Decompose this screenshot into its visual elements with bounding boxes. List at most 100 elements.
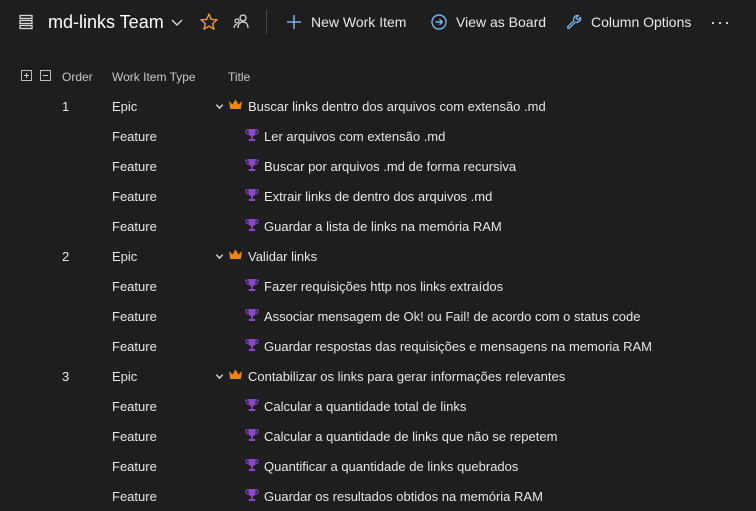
table-row[interactable]: Feature Calcular a quantidade de links q…: [0, 421, 756, 451]
trophy-icon: [245, 128, 259, 145]
crown-icon: [228, 98, 243, 114]
chevron-down-icon[interactable]: [214, 102, 224, 111]
work-item-title-link[interactable]: Fazer requisições http nos links extraíd…: [264, 279, 503, 294]
row-title-cell: Calcular a quantidade total de links: [245, 391, 466, 421]
table-row[interactable]: Feature Ler arquivos com extensão .md: [0, 121, 756, 151]
trophy-icon: [245, 428, 259, 445]
team-members-icon[interactable]: [232, 0, 250, 44]
view-as-board-button[interactable]: View as Board: [430, 0, 546, 44]
table-row[interactable]: Feature Buscar por arquivos .md de forma…: [0, 151, 756, 181]
row-work-item-type: Feature: [112, 128, 157, 144]
column-header-order[interactable]: Order: [62, 66, 93, 88]
row-work-item-type: Feature: [112, 218, 157, 234]
row-title-cell: Guardar os resultados obtidos na memória…: [245, 481, 543, 511]
arrow-circle-icon: [431, 14, 447, 30]
row-title-cell: Guardar a lista de links na memória RAM: [245, 211, 502, 241]
chevron-down-icon[interactable]: [214, 372, 224, 381]
work-item-title-link[interactable]: Buscar por arquivos .md de forma recursi…: [264, 159, 516, 174]
row-title-cell: Fazer requisições http nos links extraíd…: [245, 271, 503, 301]
row-title-cell: Guardar respostas das requisições e mens…: [245, 331, 652, 361]
work-item-title-link[interactable]: Quantificar a quantidade de links quebra…: [264, 459, 518, 474]
chevron-down-icon[interactable]: [170, 0, 184, 44]
row-title-cell: Buscar por arquivos .md de forma recursi…: [245, 151, 516, 181]
work-item-title-link[interactable]: Associar mensagem de Ok! ou Fail! de aco…: [264, 309, 640, 324]
toolbar-divider: [266, 10, 267, 34]
new-work-item-label: New Work Item: [311, 14, 407, 30]
toolbar: md-links Team New Work Item View as Boar…: [0, 0, 756, 44]
column-options-label: Column Options: [591, 14, 692, 30]
trophy-icon: [245, 308, 259, 325]
row-work-item-type: Feature: [112, 188, 157, 204]
crown-icon: [228, 248, 243, 264]
expand-all-button[interactable]: [21, 70, 32, 81]
work-item-title-link[interactable]: Guardar os resultados obtidos na memória…: [264, 489, 543, 504]
row-work-item-type: Feature: [112, 278, 157, 294]
row-title-cell: Buscar links dentro dos arquivos com ext…: [214, 91, 546, 121]
row-order: 3: [62, 368, 70, 384]
table-row[interactable]: 2 Epic Validar links: [0, 241, 756, 271]
new-work-item-button[interactable]: New Work Item: [285, 0, 406, 44]
crown-icon: [228, 368, 243, 384]
row-work-item-type: Feature: [112, 458, 157, 474]
row-title-cell: Contabilizar os links para gerar informa…: [214, 361, 565, 391]
row-order: 2: [62, 248, 70, 264]
row-work-item-type: Feature: [112, 398, 157, 414]
work-item-title-link[interactable]: Contabilizar os links para gerar informa…: [248, 369, 565, 384]
work-item-title-link[interactable]: Calcular a quantidade total de links: [264, 399, 466, 414]
work-item-title-link[interactable]: Guardar respostas das requisições e mens…: [264, 339, 652, 354]
trophy-icon: [245, 188, 259, 205]
row-work-item-type: Epic: [112, 368, 138, 384]
work-item-title-link[interactable]: Buscar links dentro dos arquivos com ext…: [248, 99, 546, 114]
work-item-title-link[interactable]: Extrair links de dentro dos arquivos .md: [264, 189, 492, 204]
chevron-down-icon[interactable]: [214, 252, 224, 261]
row-title-cell: Validar links: [214, 241, 317, 271]
table-row[interactable]: Feature Guardar os resultados obtidos na…: [0, 481, 756, 511]
row-work-item-type: Epic: [112, 248, 138, 264]
backlog-list: 1 Epic Buscar links dentro dos arquivos …: [0, 91, 756, 511]
view-as-board-label: View as Board: [456, 14, 547, 30]
table-row[interactable]: Feature Guardar a lista de links na memó…: [0, 211, 756, 241]
table-row[interactable]: Feature Quantificar a quantidade de link…: [0, 451, 756, 481]
row-order: 1: [62, 98, 70, 114]
more-options-button[interactable]: ···: [710, 0, 731, 44]
plus-icon: [287, 15, 301, 29]
table-row[interactable]: 1 Epic Buscar links dentro dos arquivos …: [0, 91, 756, 121]
table-row[interactable]: 3 Epic Contabilizar os links para gerar …: [0, 361, 756, 391]
row-title-cell: Ler arquivos com extensão .md: [245, 121, 445, 151]
row-work-item-type: Epic: [112, 98, 138, 114]
trophy-icon: [245, 488, 259, 505]
row-work-item-type: Feature: [112, 338, 157, 354]
work-item-title-link[interactable]: Guardar a lista de links na memória RAM: [264, 219, 502, 234]
work-item-title-link[interactable]: Calcular a quantidade de links que não s…: [264, 429, 557, 444]
table-row[interactable]: Feature Associar mensagem de Ok! ou Fail…: [0, 301, 756, 331]
column-header-title[interactable]: Title: [228, 66, 250, 88]
row-title-cell: Quantificar a quantidade de links quebra…: [245, 451, 518, 481]
column-header-work-item-type[interactable]: Work Item Type: [112, 66, 196, 88]
row-work-item-type: Feature: [112, 308, 157, 324]
favorite-star-icon[interactable]: [199, 0, 219, 44]
row-title-cell: Calcular a quantidade de links que não s…: [245, 421, 557, 451]
trophy-icon: [245, 158, 259, 175]
wrench-icon: [566, 14, 582, 30]
row-work-item-type: Feature: [112, 428, 157, 444]
collapse-all-button[interactable]: [40, 70, 51, 81]
row-work-item-type: Feature: [112, 158, 157, 174]
row-work-item-type: Feature: [112, 488, 157, 504]
team-title[interactable]: md-links Team: [48, 0, 164, 44]
more-options-label: ···: [710, 11, 731, 32]
column-options-button[interactable]: Column Options: [565, 0, 691, 44]
table-row[interactable]: Feature Calcular a quantidade total de l…: [0, 391, 756, 421]
backlog-icon: [18, 0, 34, 44]
trophy-icon: [245, 338, 259, 355]
row-title-cell: Extrair links de dentro dos arquivos .md: [245, 181, 492, 211]
work-item-title-link[interactable]: Ler arquivos com extensão .md: [264, 129, 445, 144]
trophy-icon: [245, 458, 259, 475]
trophy-icon: [245, 218, 259, 235]
row-title-cell: Associar mensagem de Ok! ou Fail! de aco…: [245, 301, 640, 331]
table-row[interactable]: Feature Extrair links de dentro dos arqu…: [0, 181, 756, 211]
trophy-icon: [245, 278, 259, 295]
table-row[interactable]: Feature Fazer requisições http nos links…: [0, 271, 756, 301]
table-row[interactable]: Feature Guardar respostas das requisiçõe…: [0, 331, 756, 361]
trophy-icon: [245, 398, 259, 415]
work-item-title-link[interactable]: Validar links: [248, 249, 317, 264]
